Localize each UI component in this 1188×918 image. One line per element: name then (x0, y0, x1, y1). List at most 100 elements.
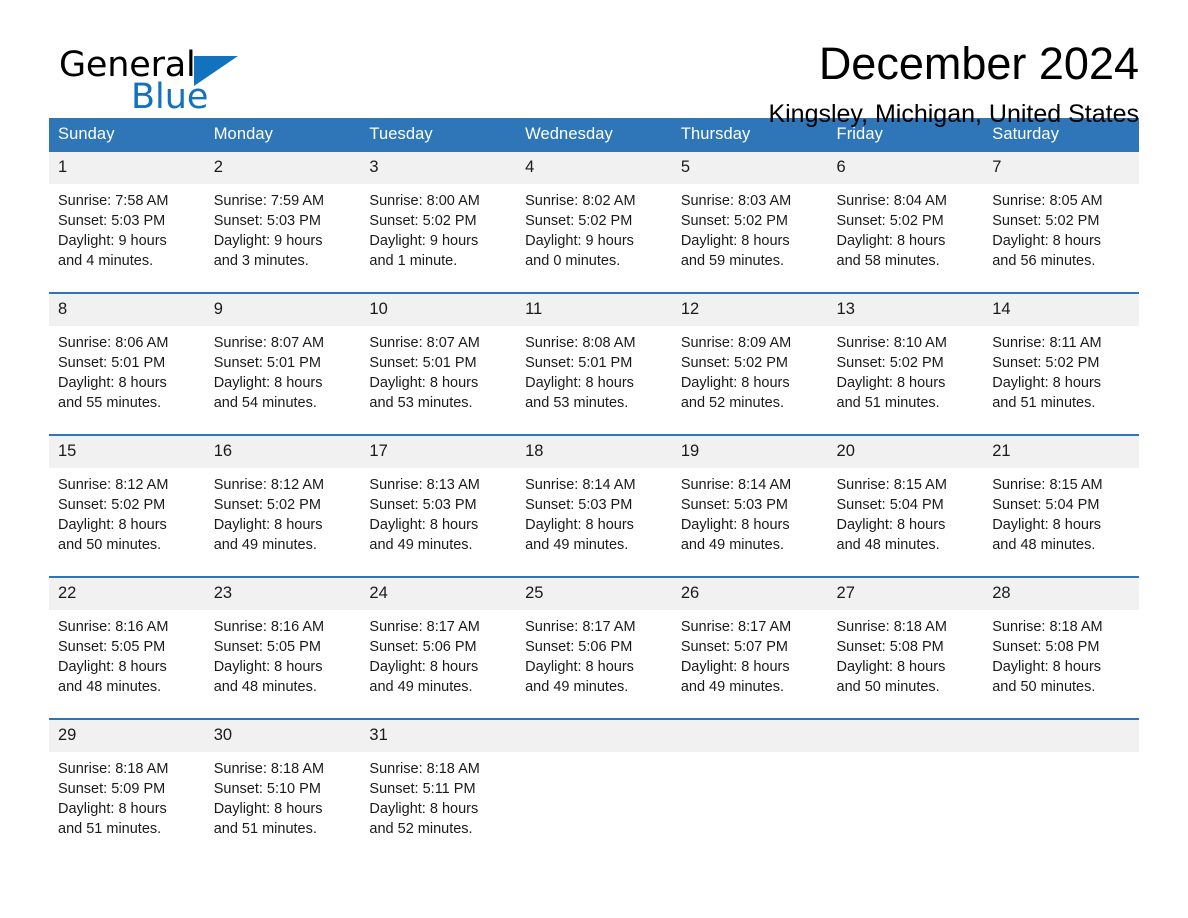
daylight-text: Daylight: 9 hours and 3 minutes. (213, 233, 323, 269)
calendar-day-cell[interactable]: 31 Sunrise: 8:18 AM Sunset: 5:11 PM Dayligh… (360, 718, 517, 854)
calendar-day-cell[interactable]: 14 Sunrise: 8:11 AM Sunset: 5:02 PM Dayligh… (983, 292, 1139, 435)
sunset-text: Sunset: 5:02 PM (836, 213, 944, 229)
calendar-day-cell[interactable]: 3 Sunrise: 8:00 AM Sunset: 5:02 PM Daylight… (360, 152, 517, 293)
calendar-day-cell[interactable]: 4 Sunrise: 8:02 AM Sunset: 5:02 PM Daylight… (516, 152, 672, 293)
day-number: 19 (671, 436, 828, 468)
sunrise-text: Sunrise: 8:02 AM (525, 193, 636, 209)
calendar-day-cell[interactable]: 26 Sunrise: 8:17 AM Sunset: 5:07 PM Dayligh… (671, 576, 828, 719)
day-number: 8 (49, 294, 205, 326)
sunrise-text: Sunrise: 8:04 AM (836, 193, 947, 209)
calendar-day-cell[interactable]: 17 Sunrise: 8:13 AM Sunset: 5:03 PM Dayligh… (360, 434, 517, 577)
calendar-day-cell[interactable]: 19 Sunrise: 8:14 AM Sunset: 5:03 PM Dayligh… (671, 434, 828, 577)
day-details: Sunrise: 8:04 AM Sunset: 5:02 PM Daylight:… (828, 184, 984, 292)
calendar-day-cell[interactable]: 25 Sunrise: 8:17 AM Sunset: 5:06 PM Dayligh… (516, 576, 672, 719)
sunset-text: Sunset: 5:05 PM (58, 639, 166, 655)
calendar-day-cell[interactable]: 22 Sunrise: 8:16 AM Sunset: 5:05 PM Dayligh… (49, 576, 205, 719)
sunrise-text: Sunrise: 8:06 AM (58, 335, 169, 351)
calendar-day-cell[interactable]: 2 Sunrise: 7:59 AM Sunset: 5:03 PM Daylight… (204, 152, 361, 293)
daylight-text: Daylight: 8 hours and 49 minutes. (680, 659, 790, 695)
day-number: 4 (516, 152, 672, 184)
daylight-text: Daylight: 8 hours and 53 minutes. (369, 375, 479, 411)
calendar-day-cell[interactable]: 8 Sunrise: 8:06 AM Sunset: 5:01 PM Daylight… (49, 292, 205, 435)
weekday-header-monday: Monday (204, 118, 361, 152)
calendar-day-cell[interactable]: 12 Sunrise: 8:09 AM Sunset: 5:02 PM Dayligh… (671, 292, 828, 435)
calendar-week-row: 1 Sunrise: 7:58 AM Sunset: 5:03 PM Daylight… (49, 152, 1139, 293)
sunset-text: Sunset: 5:06 PM (369, 639, 477, 655)
calendar-day-cell[interactable]: 18 Sunrise: 8:14 AM Sunset: 5:03 PM Dayligh… (516, 434, 672, 577)
calendar-day-cell[interactable]: 23 Sunrise: 8:16 AM Sunset: 5:05 PM Dayligh… (204, 576, 361, 719)
sunrise-sunset-calendar: Sunday Monday Tuesday Wednesday Thursday… (49, 118, 1139, 854)
day-details: Sunrise: 8:05 AM Sunset: 5:02 PM Daylight:… (983, 184, 1139, 292)
day-number: 16 (204, 436, 361, 468)
sunrise-text: Sunrise: 8:14 AM (525, 477, 636, 493)
calendar-day-cell[interactable]: 10 Sunrise: 8:07 AM Sunset: 5:01 PM Dayligh… (360, 292, 517, 435)
day-number: 26 (671, 578, 828, 610)
calendar-day-cell[interactable]: 24 Sunrise: 8:17 AM Sunset: 5:06 PM Dayligh… (360, 576, 517, 719)
daylight-text: Daylight: 8 hours and 50 minutes. (58, 517, 167, 553)
day-number: 28 (983, 578, 1139, 610)
sunrise-text: Sunrise: 8:07 AM (369, 335, 480, 351)
day-number: 31 (360, 720, 517, 752)
sunset-text: Sunset: 5:10 PM (213, 781, 321, 797)
daylight-text: Daylight: 8 hours and 51 minutes. (213, 801, 323, 837)
sunrise-text: Sunrise: 8:09 AM (680, 335, 792, 351)
day-details: Sunrise: 8:12 AM Sunset: 5:02 PM Daylight:… (205, 468, 361, 576)
daylight-text: Daylight: 8 hours and 52 minutes. (369, 801, 479, 837)
calendar-day-cell[interactable]: 6 Sunrise: 8:04 AM Sunset: 5:02 PM Daylight… (827, 152, 984, 293)
day-number: 12 (671, 294, 828, 326)
daylight-text: Daylight: 8 hours and 51 minutes. (992, 375, 1102, 411)
weekday-header-sunday: Sunday (49, 118, 205, 152)
day-details: Sunrise: 8:12 AM Sunset: 5:02 PM Daylight:… (49, 468, 205, 576)
sunset-text: Sunset: 5:03 PM (58, 213, 166, 229)
day-number: 30 (204, 720, 361, 752)
calendar-day-cell[interactable]: 9 Sunrise: 8:07 AM Sunset: 5:01 PM Daylight… (204, 292, 361, 435)
calendar-day-cell[interactable]: 20 Sunrise: 8:15 AM Sunset: 5:04 PM Dayligh… (827, 434, 984, 577)
calendar-day-cell[interactable]: 1 Sunrise: 7:58 AM Sunset: 5:03 PM Daylight… (49, 152, 205, 293)
general-blue-logo[interactable]: General Blue (59, 48, 319, 116)
sunrise-text: Sunrise: 8:12 AM (213, 477, 325, 493)
calendar-day-cell[interactable]: 11 Sunrise: 8:08 AM Sunset: 5:01 PM Dayligh… (516, 292, 672, 435)
day-number: 18 (516, 436, 672, 468)
sunrise-text: Sunrise: 8:00 AM (369, 193, 480, 209)
calendar-day-cell[interactable]: 7 Sunrise: 8:05 AM Sunset: 5:02 PM Daylight… (983, 152, 1139, 293)
page-header: General Blue December 2024 Kingsley, Mic… (49, 0, 1139, 128)
sunrise-text: Sunrise: 8:14 AM (680, 477, 792, 493)
calendar-day-cell[interactable]: 5 Sunrise: 8:03 AM Sunset: 5:02 PM Daylight… (671, 152, 828, 293)
calendar-day-cell[interactable]: 21 Sunrise: 8:15 AM Sunset: 5:04 PM Dayligh… (983, 434, 1139, 577)
day-details: Sunrise: 8:06 AM Sunset: 5:01 PM Daylight:… (49, 326, 205, 434)
day-details: Sunrise: 8:07 AM Sunset: 5:01 PM Daylight:… (205, 326, 361, 434)
sunset-text: Sunset: 5:02 PM (369, 213, 477, 229)
calendar-week-row: 22 Sunrise: 8:16 AM Sunset: 5:05 PM Dayligh… (49, 576, 1139, 719)
sunrise-text: Sunrise: 8:17 AM (525, 619, 636, 635)
calendar-day-cell[interactable]: 27 Sunrise: 8:18 AM Sunset: 5:08 PM Dayligh… (827, 576, 984, 719)
day-details: Sunrise: 8:15 AM Sunset: 5:04 PM Daylight:… (828, 468, 984, 576)
daylight-text: Daylight: 8 hours and 49 minutes. (369, 517, 479, 553)
title-block: December 2024 Kingsley, Michigan, United… (379, 38, 1139, 129)
day-number: 11 (516, 294, 672, 326)
sunrise-text: Sunrise: 7:59 AM (213, 193, 325, 209)
calendar-day-cell[interactable]: 30 Sunrise: 8:18 AM Sunset: 5:10 PM Dayligh… (204, 718, 361, 854)
sunset-text: Sunset: 5:01 PM (369, 355, 477, 371)
calendar-day-cell[interactable]: 13 Sunrise: 8:10 AM Sunset: 5:02 PM Dayligh… (827, 292, 984, 435)
calendar-day-cell[interactable]: 28 Sunrise: 8:18 AM Sunset: 5:08 PM Dayligh… (983, 576, 1139, 719)
sunset-text: Sunset: 5:08 PM (992, 639, 1100, 655)
day-number: 1 (49, 152, 205, 184)
day-details: Sunrise: 8:17 AM Sunset: 5:06 PM Daylight:… (360, 610, 516, 718)
sunrise-text: Sunrise: 8:15 AM (992, 477, 1103, 493)
calendar-day-cell[interactable]: 16 Sunrise: 8:12 AM Sunset: 5:02 PM Dayligh… (204, 434, 361, 577)
calendar-day-cell[interactable]: 29 Sunrise: 8:18 AM Sunset: 5:09 PM Dayligh… (49, 718, 205, 854)
day-number (516, 720, 672, 752)
day-number (983, 720, 1139, 752)
daylight-text: Daylight: 8 hours and 52 minutes. (680, 375, 790, 411)
day-number: 24 (360, 578, 517, 610)
sunset-text: Sunset: 5:05 PM (213, 639, 321, 655)
day-details: Sunrise: 8:18 AM Sunset: 5:08 PM Daylight:… (828, 610, 984, 718)
sunset-text: Sunset: 5:03 PM (525, 497, 633, 513)
sunrise-text: Sunrise: 8:03 AM (680, 193, 792, 209)
daylight-text: Daylight: 9 hours and 4 minutes. (58, 233, 167, 269)
sunset-text: Sunset: 5:02 PM (680, 355, 789, 371)
daylight-text: Daylight: 8 hours and 55 minutes. (58, 375, 167, 411)
day-details: Sunrise: 8:18 AM Sunset: 5:10 PM Daylight:… (205, 752, 361, 854)
day-details: Sunrise: 8:18 AM Sunset: 5:08 PM Daylight:… (983, 610, 1139, 718)
calendar-day-cell[interactable]: 15 Sunrise: 8:12 AM Sunset: 5:02 PM Dayligh… (49, 434, 205, 577)
